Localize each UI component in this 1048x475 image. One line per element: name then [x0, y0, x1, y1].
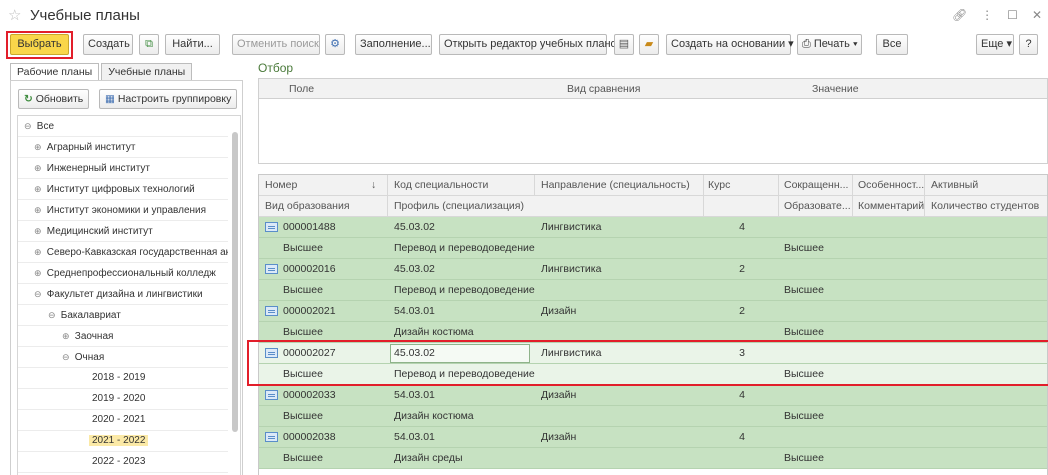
toolbar: Выбрать Создать ⧉ Найти... Отменить поис… [0, 34, 1048, 58]
tree-item-selected[interactable]: 2021 - 2022 [18, 431, 228, 452]
window-controls: 🔗︎ ⋮ ☐ ✕ [952, 8, 1042, 22]
report-icon[interactable]: ▤ [614, 34, 634, 55]
col-short[interactable]: Сокращенн... [784, 179, 848, 191]
close-icon[interactable]: ✕ [1032, 8, 1042, 22]
tree-item[interactable]: 2018 - 2019 [18, 368, 228, 389]
col-active[interactable]: Активный [931, 179, 978, 191]
select-button[interactable]: Выбрать [10, 34, 69, 55]
filter-header: Поле Вид сравнения Значение [259, 79, 1047, 99]
folder-icon[interactable]: ▰ [639, 34, 659, 55]
more-button[interactable]: Еще ▾ [976, 34, 1014, 55]
col-code[interactable]: Код специальности [394, 179, 488, 191]
table-header: Номер ↓ Код специальности Направление (с… [259, 175, 1047, 196]
col-students[interactable]: Количество студентов [931, 200, 1039, 212]
filter-col-comparison: Вид сравнения [567, 83, 641, 95]
create-button[interactable]: Создать [83, 34, 133, 55]
table-row[interactable]: Высшее Дизайн костюма Высшее [259, 406, 1047, 427]
table-row[interactable]: Высшее Дизайн среды Высшее [259, 448, 1047, 469]
col-features[interactable]: Особенност... [858, 179, 924, 191]
plans-table: Номер ↓ Код специальности Направление (с… [258, 174, 1048, 475]
printer-icon: ⎙ [802, 38, 814, 50]
col-direction[interactable]: Направление (специальность) [541, 179, 690, 191]
page-title: Учебные планы [30, 7, 140, 24]
fill-button[interactable]: Заполнение... [355, 34, 432, 55]
table-row[interactable]: 000002021 54.03.01 Дизайн 2 [259, 301, 1047, 322]
tree-item[interactable]: ⊕ Институт экономики и управления [18, 200, 228, 221]
tab-work-plans[interactable]: Рабочие планы [10, 63, 100, 81]
table-row[interactable]: Высшее Дизайн костюма Высшее [259, 322, 1047, 343]
create-based-button[interactable]: Создать на основании ▾ [666, 34, 794, 55]
col-kind[interactable]: Вид образования [265, 200, 350, 212]
tab-study-plans[interactable]: Учебные планы [101, 63, 193, 81]
grouping-button[interactable]: ▦ Настроить группировку [99, 89, 238, 109]
tree-item[interactable]: ⊖ Бакалавриат [18, 305, 228, 326]
document-icon [265, 348, 278, 358]
refresh-button[interactable]: ↻ Обновить [18, 89, 90, 109]
tree-item[interactable]: ⊕ Институт цифровых технологий [18, 179, 228, 200]
col-edu[interactable]: Образовате... [784, 200, 851, 212]
tree-item[interactable]: ⊕ Северо-Кавказская государственная акад… [18, 242, 228, 263]
all-button[interactable]: Все [876, 34, 908, 55]
filter-col-field: Поле [289, 83, 315, 95]
tree-item[interactable]: 2022 - 2023 [18, 452, 228, 473]
favorite-star-icon[interactable]: ☆ [8, 6, 21, 24]
maximize-icon[interactable]: ☐ [1007, 8, 1018, 22]
tree-view: ⊖ Все ⊕ Аграрный институт ⊕ Инженерный и… [17, 115, 241, 475]
table-row[interactable]: 000002033 54.03.01 Дизайн 4 [259, 385, 1047, 406]
tree-item[interactable]: ⊕ Инженерный институт [18, 158, 228, 179]
table-row[interactable]: 000002016 45.03.02 Лингвистика 2 [259, 259, 1047, 280]
tree-item[interactable]: ⊕ Медицинский институт [18, 221, 228, 242]
col-course[interactable]: Курс [708, 179, 730, 191]
tree-item[interactable]: ⊕ Заочная [18, 326, 228, 347]
tree-item[interactable]: ⊖ Очная [18, 347, 228, 368]
settings-icon[interactable]: ⚙ [325, 34, 345, 55]
cancel-search-button[interactable]: Отменить поиск [232, 34, 320, 55]
tree-item[interactable]: ⊕ Аграрный институт [18, 137, 228, 158]
open-editor-button[interactable]: Открыть редактор учебных планов [439, 34, 623, 55]
link-icon[interactable]: 🔗︎ [952, 8, 967, 22]
tab-bar: Рабочие планы Учебные планы [10, 63, 194, 81]
more-icon[interactable]: ⋮ [981, 8, 993, 22]
left-panel: ↻ Обновить ▦ Настроить группировку ⊖ Все… [10, 80, 243, 475]
document-icon [265, 432, 278, 442]
filter-table[interactable]: Поле Вид сравнения Значение [258, 78, 1048, 164]
title-bar: ☆ Учебные планы 🔗︎ ⋮ ☐ ✕ [0, 0, 1048, 30]
tree-item[interactable]: ⊕ Среднепрофессиональный колледж [18, 263, 228, 284]
document-icon [265, 390, 278, 400]
tree-item[interactable]: ⊖ Факультет дизайна и лингвистики [18, 284, 228, 305]
tree-item[interactable]: 2020 - 2021 [18, 410, 228, 431]
table-row-selected[interactable]: 000002027 45.03.02 Лингвистика 3 [259, 343, 1047, 364]
tree-item[interactable]: 2019 - 2020 [18, 389, 228, 410]
filter-label: Отбор [258, 61, 294, 75]
table-row[interactable]: Высшее Перевод и переводоведение Высшее [259, 238, 1047, 259]
col-comment[interactable]: Комментарий [858, 200, 924, 212]
copy-icon[interactable]: ⧉ [139, 34, 159, 55]
tree-scrollbar[interactable] [232, 132, 238, 432]
table-row[interactable]: 000002038 54.03.01 Дизайн 4 [259, 427, 1047, 448]
refresh-icon: ↻ [24, 93, 36, 105]
document-icon [265, 306, 278, 316]
grid-icon: ▦ [105, 93, 118, 105]
document-icon [265, 264, 278, 274]
find-button[interactable]: Найти... [165, 34, 220, 55]
col-profile[interactable]: Профиль (специализация) [394, 200, 524, 212]
filter-col-value: Значение [812, 83, 859, 95]
table-row[interactable]: Высшее Перевод и переводоведение Высшее [259, 280, 1047, 301]
col-number[interactable]: Номер [265, 179, 297, 191]
tree-item[interactable]: ⊖ Все [18, 116, 228, 137]
table-header-2: Вид образования Профиль (специализация) … [259, 196, 1047, 217]
table-row[interactable]: 000001488 45.03.02 Лингвистика 4 [259, 217, 1047, 238]
document-icon [265, 222, 278, 232]
help-button[interactable]: ? [1019, 34, 1038, 55]
print-button[interactable]: ⎙ Печать ▾ [797, 34, 862, 55]
table-row-selected[interactable]: Высшее Перевод и переводоведение Высшее [259, 364, 1047, 385]
sort-arrow-icon: ↓ [371, 179, 377, 191]
